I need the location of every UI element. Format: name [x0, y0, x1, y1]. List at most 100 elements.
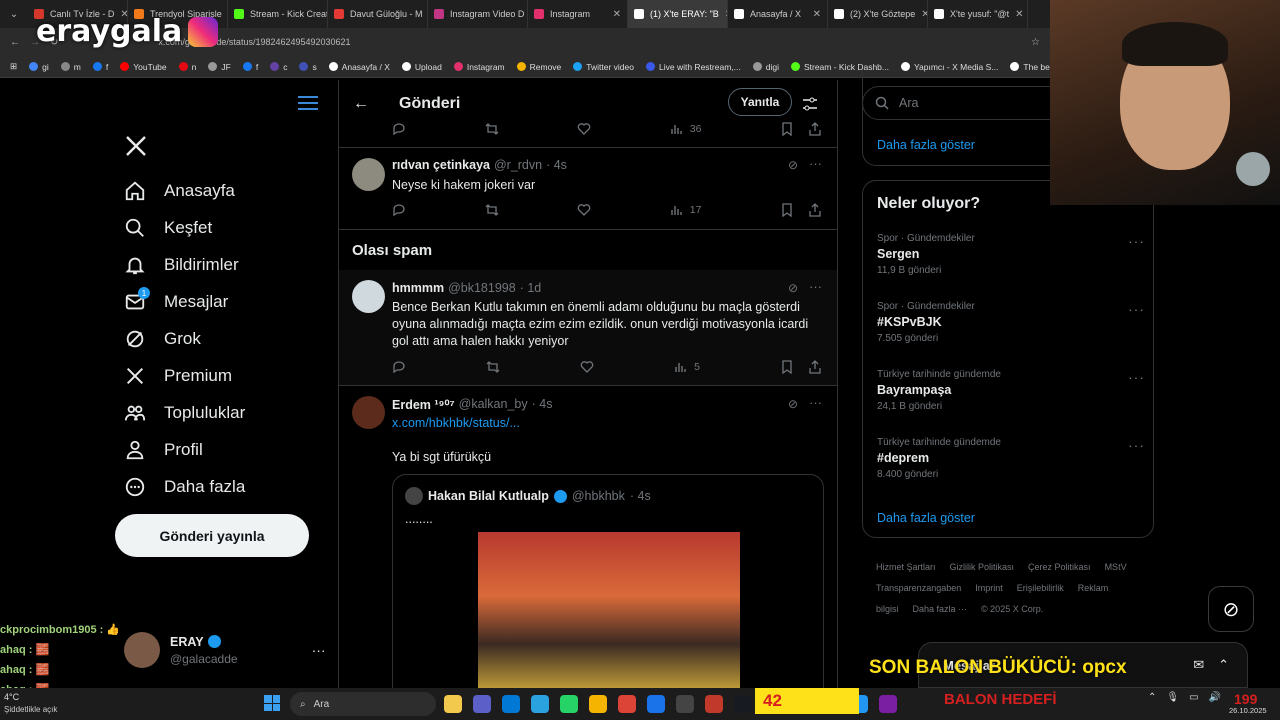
taskbar-app-icon[interactable] [879, 695, 897, 713]
bookmark-item[interactable]: s [299, 62, 317, 72]
taskbar-app-icon[interactable] [560, 695, 578, 713]
nav-item-x-logo[interactable]: Premium [124, 365, 232, 387]
bookmark-item[interactable]: f [242, 62, 258, 72]
footer-link[interactable]: Hizmet Şartları [876, 562, 936, 572]
microphone-icon[interactable]: 🎙 [1166, 692, 1179, 703]
views-action[interactable]: 17 [670, 203, 701, 217]
share-icon[interactable] [808, 203, 822, 217]
nav-item-search[interactable]: Keşfet [124, 217, 212, 239]
footer-link[interactable]: © 2025 X Corp. [981, 604, 1043, 614]
bookmark-item[interactable]: Upload [401, 62, 442, 72]
bookmark-item[interactable]: Remove [516, 62, 561, 72]
show-more-link[interactable]: Daha fazla göster [877, 138, 975, 152]
grok-icon[interactable]: ⊘ [788, 281, 798, 295]
close-tab-icon[interactable]: ✕ [613, 9, 621, 20]
bookmark-item[interactable]: Instagram [453, 62, 505, 72]
bookmark-icon[interactable] [780, 203, 794, 217]
taskbar-app-icon[interactable] [676, 695, 694, 713]
bookmark-item[interactable]: Anasayfa / X [328, 62, 390, 72]
bookmark-item[interactable]: Twitter video [573, 62, 634, 72]
browser-tab[interactable]: Anasayfa / X ✕ [728, 0, 828, 28]
retweet-action[interactable] [486, 360, 500, 374]
hamburger-menu-icon[interactable] [298, 96, 318, 110]
retweet-action[interactable] [485, 203, 499, 217]
nav-item-communities[interactable]: Topluluklar [124, 402, 245, 424]
more-dots-icon[interactable]: ··· [809, 279, 822, 294]
share-icon[interactable] [808, 360, 822, 374]
taskbar-app-icon[interactable] [531, 695, 549, 713]
footer-link[interactable]: Erişilebilirlik [1017, 583, 1064, 593]
back-arrow-icon[interactable]: ← [10, 37, 20, 48]
more-dots-icon[interactable]: ··· [1128, 437, 1145, 453]
taskbar-app-icon[interactable] [444, 695, 462, 713]
bookmark-item[interactable]: f [92, 62, 108, 72]
avatar[interactable] [352, 396, 385, 429]
nav-item-home[interactable]: Anasayfa [124, 180, 235, 202]
bookmark-item[interactable]: digi [752, 62, 779, 72]
taskbar-app-icon[interactable] [473, 695, 491, 713]
close-tab-icon[interactable]: ✕ [813, 9, 821, 20]
start-windows-icon[interactable] [264, 695, 280, 711]
grok-icon[interactable]: ⊘ [788, 158, 798, 172]
tweet-author-name[interactable]: hmmmm [392, 281, 444, 295]
bookmark-icon[interactable] [780, 122, 794, 136]
close-tab-icon[interactable]: ✕ [921, 9, 927, 20]
footer-link[interactable]: Daha fazla ··· [913, 604, 968, 614]
more-dots-icon[interactable]: ··· [1128, 233, 1145, 249]
browser-tab[interactable]: Instagram Video D✕ [428, 0, 528, 28]
trend-item[interactable]: Türkiye tarihinde gündemde #deprem 8.400… [877, 437, 1145, 480]
nav-item-more-circle[interactable]: Daha fazla [124, 476, 245, 498]
bookmark-star-icon[interactable]: ☆ [1031, 37, 1040, 48]
account-switcher[interactable]: ERAY @galacadde ··· [124, 632, 326, 668]
close-tab-icon[interactable]: ✕ [1015, 9, 1023, 20]
share-icon[interactable] [808, 122, 822, 136]
grok-icon[interactable]: ⊘ [788, 397, 798, 411]
nav-item-person[interactable]: Profil [124, 439, 203, 461]
reply-action[interactable] [392, 360, 406, 374]
tweet-partial[interactable]: 36 [339, 80, 837, 148]
browser-tab[interactable]: (2) X'te Göztepe ✕ [828, 0, 928, 28]
like-action[interactable] [577, 203, 591, 217]
apps-grid-icon[interactable]: ⊞ [10, 61, 17, 72]
bookmark-item[interactable]: JF [208, 62, 231, 72]
taskbar-app-icon[interactable] [734, 695, 752, 713]
views-action[interactable]: 5 [674, 360, 700, 374]
tweet[interactable]: hmmmm @bk181998 · 1d ⊘ ··· Bence Berkan … [339, 270, 837, 386]
expand-up-icon[interactable]: ⌃ [1218, 657, 1229, 673]
tab-list-chevron-icon[interactable]: ⌄ [0, 9, 28, 20]
tweet-time[interactable]: · 1d [520, 281, 542, 295]
tweet-time[interactable]: · 4s [532, 397, 553, 412]
tweet[interactable]: rıdvan çetinkaya @r_rdvn · 4s ⊘ ··· Neys… [339, 148, 837, 230]
trend-item[interactable]: Spor · Gündemdekiler #KSPvBJK 7.505 gönd… [877, 301, 1145, 344]
views-action[interactable]: 36 [670, 122, 701, 136]
tweet-time[interactable]: · 4s [546, 158, 567, 172]
browser-tab[interactable]: (1) X'te ERAY: "B✕ [628, 0, 728, 28]
reply-action[interactable] [392, 122, 406, 136]
tweet-author-handle[interactable]: @bk181998 [448, 281, 516, 295]
bookmark-item[interactable]: c [270, 62, 287, 72]
like-action[interactable] [580, 360, 594, 374]
nav-item-mail[interactable]: 1 Mesajlar [124, 287, 228, 313]
nav-item-bell[interactable]: Bildirimler [124, 254, 239, 276]
tweet-author-name[interactable]: Erdem ¹⁹⁰⁷ [392, 397, 455, 412]
taskbar-app-icon[interactable] [705, 695, 723, 713]
footer-link[interactable]: Çerez Politikası [1028, 562, 1091, 572]
tweet[interactable]: Erdem ¹⁹⁰⁷ @kalkan_by · 4s ⊘ ··· x.com/h… [339, 386, 837, 688]
bookmark-item[interactable]: gi [29, 62, 49, 72]
avatar[interactable] [352, 280, 385, 313]
bookmark-item[interactable]: n [178, 62, 196, 72]
retweet-action[interactable] [485, 122, 499, 136]
tweet-link[interactable]: x.com/hbkhbk/status/... [392, 416, 520, 430]
more-dots-icon[interactable]: ··· [1128, 369, 1145, 385]
avatar[interactable] [352, 158, 385, 191]
trend-item[interactable]: Spor · Gündemdekiler Sergen 11,9 B gönde… [877, 233, 1145, 276]
browser-tab[interactable]: X'te yusuf: "@t ✕ [928, 0, 1028, 28]
bookmark-icon[interactable] [780, 360, 794, 374]
taskbar-app-icon[interactable] [589, 695, 607, 713]
tray-chevron-icon[interactable]: ⌃ [1148, 692, 1156, 703]
tweet-author-handle[interactable]: @r_rdvn [494, 158, 542, 172]
browser-tab[interactable]: Stream - Kick Creat✕ [228, 0, 328, 28]
more-dots-icon[interactable]: ··· [809, 156, 822, 171]
footer-link[interactable]: Imprint [975, 583, 1003, 593]
quoted-video-thumbnail[interactable] [478, 532, 740, 688]
